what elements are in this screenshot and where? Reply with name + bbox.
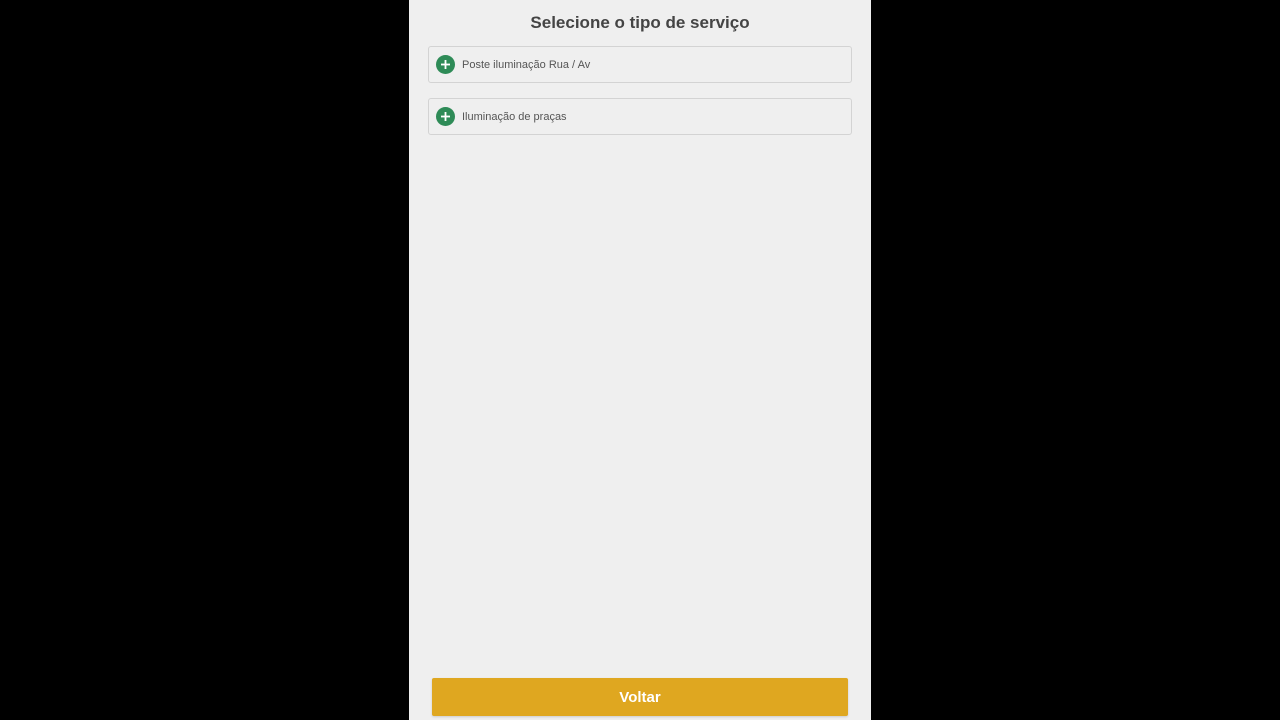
back-button[interactable]: Voltar [432,678,848,716]
service-list: Poste iluminação Rua / Av Iluminação de … [428,46,852,150]
service-item-label: Poste iluminação Rua / Av [462,58,591,71]
plus-circle-icon [436,55,455,74]
page-title: Selecione o tipo de serviço [530,13,750,32]
service-item-label: Iluminação de praças [462,110,567,123]
app-screen: Selecione o tipo de serviço Poste ilumin… [409,0,871,720]
plus-circle-icon [436,107,455,126]
service-item-iluminacao-pracas[interactable]: Iluminação de praças [428,98,852,135]
service-item-poste-iluminacao[interactable]: Poste iluminação Rua / Av [428,46,852,83]
